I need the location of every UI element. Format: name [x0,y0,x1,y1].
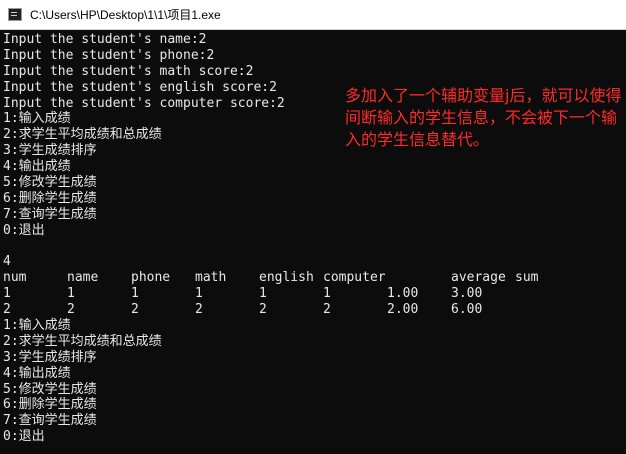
table-header-computer: computer [323,270,386,286]
table-header-num: num [3,270,27,286]
window-title: C:\Users\HP\Desktop\1\1\项目1.exe [30,8,221,22]
table-header-name: name [67,270,99,286]
table-header-math: math [195,270,227,286]
menu-item-modify: 5:修改学生成绩 [3,381,97,397]
table-cell-average: 1.00 [387,286,419,302]
table-header-average: average [451,270,506,286]
console-line-input-math: Input the student's math score:2 [3,63,254,79]
menu-item-average-total: 2:求学生平均成绩和总成绩 [3,127,162,143]
console-line-input-english: Input the student's english score:2 [3,79,277,95]
console-output-area[interactable]: Input the student's name:2 Input the stu… [0,30,626,454]
table-cell-num: 2 [3,302,11,318]
table-header-english: english [259,270,314,286]
table-cell-english: 1 [259,286,267,302]
table-cell-num: 1 [3,286,11,302]
table-cell-name: 1 [67,286,75,302]
menu-item-delete: 6:删除学生成绩 [3,190,97,206]
annotation-note: 多加入了一个辅助变量j后，就可以使得间断输入的学生信息，不会被下一个输入的学生信… [345,86,622,149]
menu-item-query: 7:查询学生成绩 [3,206,97,222]
menu-item-input-scores: 1:输入成绩 [3,318,71,334]
menu-item-query: 7:查询学生成绩 [3,413,97,429]
table-cell-sum: 6.00 [451,302,483,318]
console-line-input-phone: Input the student's phone:2 [3,47,215,63]
menu-item-sort: 3:学生成绩排序 [3,349,97,365]
table-row: 1 1 1 1 1 1 1.00 3.00 [3,286,482,302]
menu-item-average-total: 2:求学生平均成绩和总成绩 [3,333,162,349]
menu-item-input-scores: 1:输入成绩 [3,111,71,127]
console-user-choice: 4 [3,254,11,270]
console-app-icon [8,8,22,21]
menu-item-output: 4:输出成绩 [3,159,71,175]
table-header-sum: sum [515,270,539,286]
table-cell-average: 2.00 [387,302,419,318]
table-header-row: num name phone math english computer ave… [3,270,538,286]
menu-item-delete: 6:删除学生成绩 [3,397,97,413]
table-row: 2 2 2 2 2 2 2.00 6.00 [3,302,482,318]
menu-item-exit: 0:退出 [3,222,45,238]
console-line-input-name: Input the student's name:2 [3,32,207,47]
table-cell-english: 2 [259,302,267,318]
table-header-phone: phone [131,270,171,286]
window-title-bar[interactable]: C:\Users\HP\Desktop\1\1\项目1.exe [0,0,626,30]
table-cell-math: 2 [195,302,203,318]
table-cell-name: 2 [67,302,75,318]
table-cell-sum: 3.00 [451,286,483,302]
console-line-input-computer: Input the student's computer score:2 [3,95,285,111]
table-cell-computer: 2 [323,302,331,318]
table-cell-phone: 1 [131,286,139,302]
menu-item-sort: 3:学生成绩排序 [3,143,97,159]
menu-item-exit: 0:退出 [3,429,45,445]
table-cell-computer: 1 [323,286,331,302]
table-cell-phone: 2 [131,302,139,318]
menu-item-modify: 5:修改学生成绩 [3,175,97,191]
table-cell-math: 1 [195,286,203,302]
menu-item-output: 4:输出成绩 [3,365,71,381]
